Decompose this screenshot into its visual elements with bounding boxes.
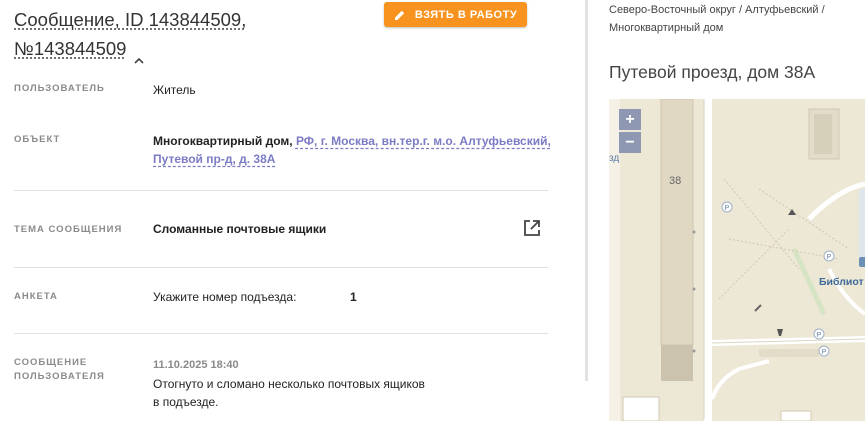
open-external-icon[interactable] <box>522 218 542 238</box>
svg-text:P: P <box>725 205 730 212</box>
map[interactable]: P P P P + − 38 зд Библиот <box>609 99 865 421</box>
user-message-text-line1: Отогнуто и сломано несколько почтовых ящ… <box>153 377 425 391</box>
panel-scrollbar[interactable] <box>585 0 588 381</box>
location-address: Путевой проезд, дом 38А <box>609 62 816 82</box>
message-panel: Сообщение, ID 143844509, №143844509 ВЗЯТ… <box>0 0 585 421</box>
message-title-line2: №143844509 <box>14 38 127 59</box>
library-label: Библиот <box>819 276 864 288</box>
survey-answer: 1 <box>350 290 357 304</box>
divider <box>14 333 548 334</box>
divider <box>14 190 548 191</box>
breadcrumb: Северо-Восточный округ / Алтуфьевский / … <box>609 1 859 37</box>
pencil-icon <box>394 10 405 20</box>
object-type: Многоквартирный дом, <box>153 134 293 148</box>
chevron-up-icon[interactable] <box>134 45 145 64</box>
user-label: ПОЛЬЗОВАТЕЛЬ <box>14 83 105 94</box>
message-title: Сообщение, ID 143844509, №143844509 <box>14 5 374 64</box>
divider <box>14 267 548 268</box>
user-message-label-line2: ПОЛЬЗОВАТЕЛЯ <box>14 371 105 382</box>
object-address-link-line2[interactable]: Путевой пр-д, д. 38А <box>153 152 275 166</box>
user-message-date: 11.10.2025 18:40 <box>153 359 239 371</box>
zoom-out-button[interactable]: − <box>619 132 641 153</box>
user-message-text-line2: в подъезде. <box>153 395 219 409</box>
location-panel: Северо-Восточный округ / Алтуфьевский / … <box>590 0 865 421</box>
map-canvas: P P P P <box>609 99 865 421</box>
building-number-label: 38 <box>669 175 682 187</box>
message-title-line1: Сообщение, ID 143844509, <box>14 9 247 30</box>
svg-text:P: P <box>822 349 827 356</box>
svg-text:P: P <box>817 332 822 339</box>
object-value: Многоквартирный дом, РФ, г. Москва, вн.т… <box>153 132 553 168</box>
breadcrumb-line1[interactable]: Северо-Восточный округ / Алтуфьевский / <box>609 4 825 16</box>
user-value: Житель <box>153 83 196 97</box>
topic-value: Сломанные почтовые ящики <box>153 222 327 236</box>
object-label: ОБЪЕКТ <box>14 134 61 145</box>
user-message-text: Отогнуто и сломано несколько почтовых ящ… <box>153 375 425 411</box>
svg-text:P: P <box>827 254 832 261</box>
survey-question: Укажите номер подъезда: <box>153 290 297 304</box>
take-to-work-label: ВЗЯТЬ В РАБОТУ <box>414 8 518 21</box>
object-address-link[interactable]: РФ, г. Москва, вн.тер.г. м.о. Алтуфьевск… <box>296 134 551 148</box>
user-message-label: СООБЩЕНИЕ ПОЛЬЗОВАТЕЛЯ <box>14 356 105 384</box>
road-label-fragment: зд <box>609 153 620 164</box>
topic-label: ТЕМА СООБЩЕНИЯ <box>14 224 123 235</box>
user-message-label-line1: СООБЩЕНИЕ <box>14 357 88 368</box>
zoom-in-button[interactable]: + <box>619 109 641 130</box>
breadcrumb-line2[interactable]: Многоквартирный дом <box>609 22 723 34</box>
survey-label: АНКЕТА <box>14 291 58 302</box>
take-to-work-button[interactable]: ВЗЯТЬ В РАБОТУ <box>384 2 527 27</box>
